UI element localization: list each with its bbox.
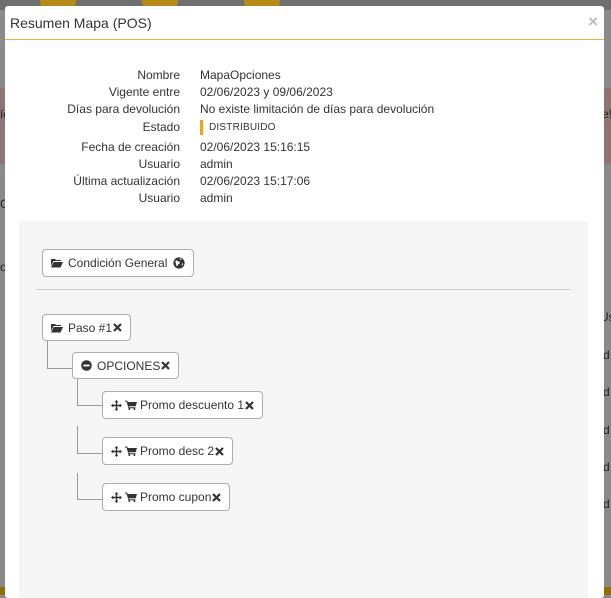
info-value: 02/06/2023 y 09/06/2023	[200, 85, 333, 99]
info-row-updated-user: Usuario admin	[5, 191, 604, 208]
globe-icon[interactable]	[173, 257, 186, 269]
background-text: d	[603, 423, 610, 437]
background-text: d	[603, 348, 610, 362]
info-row-return-days: Días para devolución No existe limitació…	[5, 102, 604, 119]
map-summary-modal: Resumen Mapa (POS) × Nombre MapaOpciones…	[5, 6, 604, 598]
move-icon[interactable]	[111, 445, 122, 457]
general-condition-label: Condición General	[68, 256, 168, 270]
info-value: MapaOpciones	[200, 68, 281, 82]
tree-connector	[77, 379, 78, 406]
info-row-name: Nombre MapaOpciones	[5, 68, 604, 85]
info-label: Días para devolución	[67, 102, 180, 116]
background-text: d	[603, 497, 610, 511]
info-label: Usuario	[138, 191, 180, 205]
promo-label: Promo cupon	[140, 490, 212, 504]
tree-connector	[47, 340, 48, 369]
close-button[interactable]: ×	[588, 13, 598, 30]
info-row-created: Fecha de creación 02/06/2023 15:16:15	[5, 140, 604, 157]
promo-label: Promo desc 2	[140, 444, 215, 458]
info-row-status: Estado DISTRIBUIDO	[5, 120, 604, 137]
info-label: Última actualización	[73, 174, 180, 188]
background-text: d	[603, 460, 610, 474]
promo-label: Promo descuento 1	[140, 398, 245, 412]
promo-node[interactable]: Promo desc 2	[102, 437, 234, 465]
tree-connector	[77, 499, 102, 500]
move-icon[interactable]	[111, 399, 122, 411]
info-value: admin	[200, 157, 233, 171]
info-label: Fecha de creación	[81, 140, 180, 154]
tree-connector	[77, 405, 102, 406]
cart-icon	[125, 446, 137, 456]
cart-icon	[125, 492, 137, 502]
tree-connector	[77, 453, 102, 454]
move-icon[interactable]	[111, 491, 122, 503]
info-row-updated: Última actualización 02/06/2023 15:17:06	[5, 174, 604, 191]
info-label: Nombre	[137, 68, 180, 82]
status-badge: DISTRIBUIDO	[200, 120, 276, 135]
info-row-created-user: Usuario admin	[5, 157, 604, 174]
remove-icon[interactable]	[113, 323, 122, 332]
info-label: Usuario	[138, 157, 180, 171]
options-label: OPCIONES	[97, 358, 161, 373]
general-condition-node[interactable]: Condición General	[42, 249, 195, 277]
promo-node[interactable]: Promo descuento 1	[102, 391, 264, 419]
minus-circle-icon[interactable]	[81, 360, 92, 371]
step-label: Paso #1	[68, 320, 113, 335]
cart-icon	[125, 400, 137, 410]
tree-connector	[77, 426, 78, 454]
tree-connector	[77, 473, 78, 500]
options-node[interactable]: OPCIONES	[72, 352, 180, 379]
info-value: 02/06/2023 15:17:06	[200, 174, 311, 188]
step-node[interactable]: Paso #1	[42, 314, 132, 341]
tree-connector	[47, 368, 72, 369]
modal-title: Resumen Mapa (POS)	[10, 15, 152, 31]
info-row-valid: Vigente entre 02/06/2023 y 09/06/2023	[5, 85, 604, 102]
promo-node[interactable]: Promo cupon	[102, 483, 231, 511]
remove-icon[interactable]	[212, 492, 222, 502]
folder-open-icon	[51, 258, 63, 268]
modal-header: Resumen Mapa (POS) ×	[5, 6, 604, 40]
background-text: d	[603, 385, 610, 399]
tree-divider	[36, 289, 571, 290]
info-label: Estado	[142, 120, 180, 134]
info-label: Vigente entre	[108, 85, 180, 99]
remove-icon[interactable]	[215, 446, 224, 456]
remove-icon[interactable]	[245, 400, 254, 410]
remove-icon[interactable]	[161, 361, 171, 370]
info-value: No existe limitación de días para devolu…	[200, 102, 435, 116]
folder-open-icon	[51, 323, 63, 333]
info-value: 02/06/2023 15:16:15	[200, 140, 311, 154]
info-value: admin	[200, 191, 233, 205]
